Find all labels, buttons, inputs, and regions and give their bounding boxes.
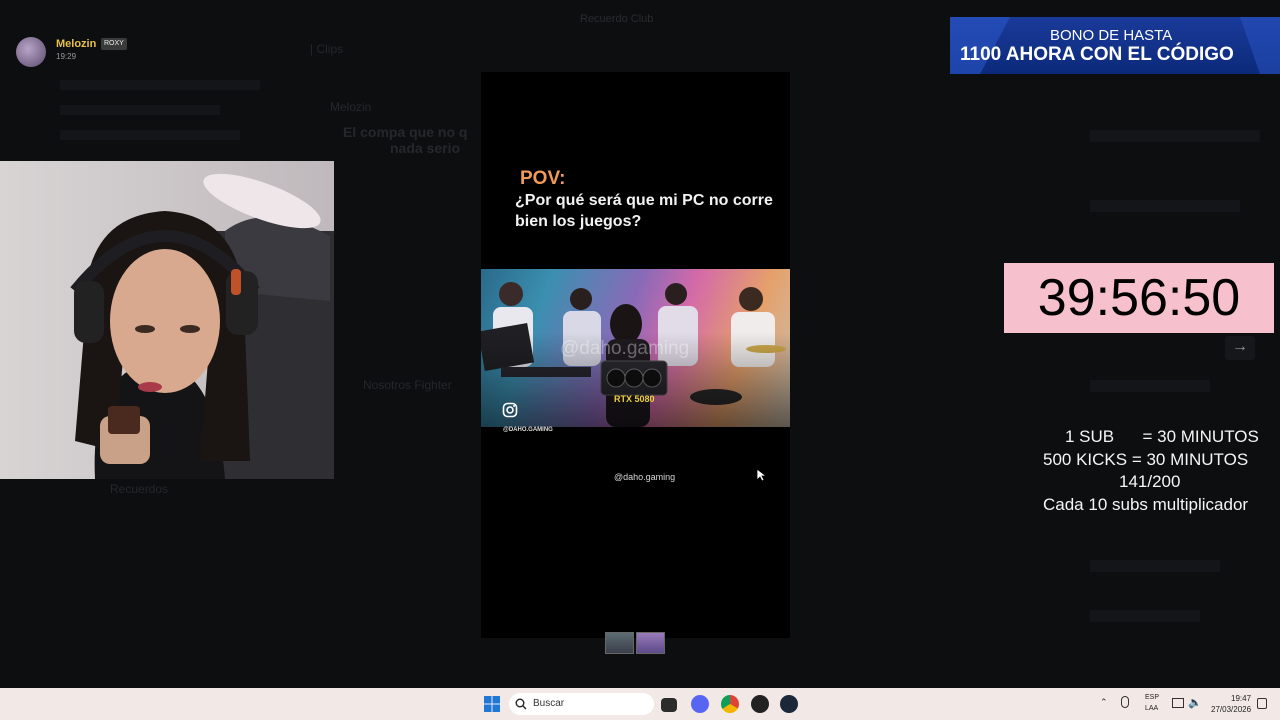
input-language[interactable]: ESP	[1145, 694, 1159, 701]
taskbar-search-input[interactable]	[509, 693, 654, 715]
rule-sub: 1 SUB = 30 MINUTOS	[1065, 427, 1259, 446]
clock-date[interactable]: 27/03/2026	[1211, 705, 1251, 714]
rule-kicks: 500 KICKS = 30 MINUTOS	[1043, 450, 1249, 469]
filmstrip-thumbnail-active[interactable]	[636, 632, 665, 654]
message-text: nada serio	[390, 140, 461, 156]
webcam-feed	[0, 161, 334, 479]
search-icon	[515, 698, 527, 710]
pov-caption: ¿Por qué será que mi PC no corre bien lo…	[515, 192, 773, 230]
bonus-line-2: 1100 AHORA CON EL CÓDIGO	[960, 44, 1234, 65]
mouth	[138, 382, 162, 392]
member-list-row	[1090, 560, 1220, 572]
streamer-avatar	[16, 37, 46, 67]
message-author: Melozin	[330, 100, 372, 114]
member-list-row	[1090, 130, 1260, 142]
member-list-row	[1090, 200, 1240, 212]
sidebar-placeholder-row	[60, 105, 220, 115]
microphone-icon[interactable]	[1121, 696, 1129, 708]
webcam-image	[0, 161, 334, 479]
task-view-icon[interactable]	[661, 698, 677, 712]
channel-name: | Clips	[310, 42, 344, 56]
windows-start-icon[interactable]	[484, 696, 500, 712]
media-filmstrip	[605, 632, 665, 654]
chrome-app-icon[interactable]	[721, 695, 739, 713]
streamer-name: Melozin	[56, 38, 97, 50]
video-watermark: @daho.gaming	[560, 338, 690, 359]
embed-caption: Nosotros Fighter	[363, 378, 452, 392]
headphone-right	[226, 271, 258, 335]
search-placeholder: Buscar	[533, 698, 565, 709]
creator-handle: @daho.gaming	[614, 472, 676, 482]
rule-multiplier: Cada 10 subs multiplicador	[1043, 495, 1249, 514]
bonus-line-1: BONO DE HASTA	[1050, 27, 1173, 44]
sidebar-placeholder-row	[60, 80, 260, 90]
person-face	[110, 249, 220, 393]
video-handle: @DAHO.GAMING	[503, 427, 553, 433]
sidebar-item-label: Recuerdos	[110, 482, 169, 496]
instagram-icon	[502, 402, 518, 418]
sidebar-placeholder-row	[60, 130, 240, 140]
window-title: Recuerdo Club	[580, 13, 654, 25]
eye-left	[135, 325, 155, 333]
discord-app-icon[interactable]	[691, 695, 709, 713]
notification-icon[interactable]	[1257, 698, 1267, 709]
pov-title: POV:	[520, 168, 566, 189]
streamer-time: 19:29	[56, 52, 77, 61]
network-icon[interactable]	[1172, 698, 1184, 708]
mouse-cursor-icon	[756, 468, 766, 482]
member-list-row	[1090, 380, 1210, 392]
obs-app-icon[interactable]	[751, 695, 769, 713]
clock-time[interactable]: 19:47	[1231, 694, 1251, 703]
snack	[108, 406, 140, 434]
subathon-timer: 39:56:50	[1037, 269, 1241, 327]
eye-right	[180, 325, 200, 333]
member-list-row	[1090, 610, 1200, 622]
gpu-label: RTX 5080	[614, 394, 655, 404]
chevron-up-icon[interactable]: ⌃	[1100, 697, 1108, 708]
input-layout[interactable]: LAA	[1145, 705, 1158, 712]
streamer-badge: ROXY	[101, 38, 127, 50]
sub-goal-progress: 141/200	[1119, 472, 1181, 491]
headphone-accent	[231, 269, 241, 295]
message-text: El compa que no q	[343, 124, 468, 140]
headphone-left	[74, 281, 104, 343]
next-media-button[interactable]: →	[1225, 336, 1255, 360]
filmstrip-thumbnail[interactable]	[605, 632, 634, 654]
steam-app-icon[interactable]	[780, 695, 798, 713]
volume-icon[interactable]: 🔈	[1188, 696, 1202, 709]
